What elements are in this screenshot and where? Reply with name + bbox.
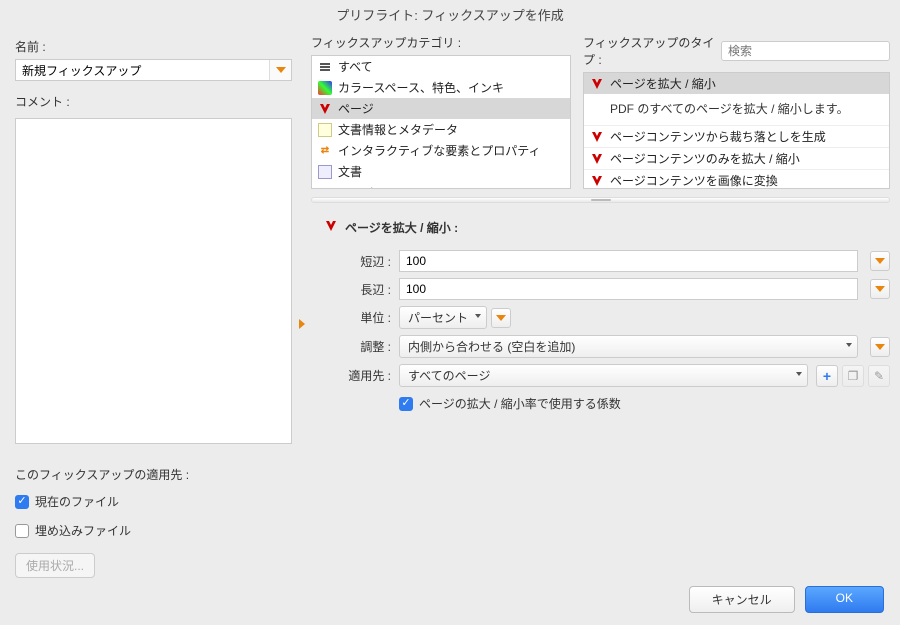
details-header: ページを拡大 / 縮小 : xyxy=(345,219,458,236)
applyto-label: 適用先 : xyxy=(341,367,399,384)
chevron-down-icon xyxy=(496,315,506,321)
category-item[interactable]: カラースペース、特色、インキ xyxy=(312,77,570,98)
dialog-title: プリフライト: フィックスアップを作成 xyxy=(0,0,900,29)
right-panel: フィックスアップカテゴリ : すべてカラースペース、特色、インキページ文書情報と… xyxy=(303,29,890,578)
type-item[interactable]: ページコンテンツを画像に変換 xyxy=(584,170,889,189)
type-item-label: ページを拡大 / 縮小 xyxy=(610,75,716,92)
duplicate-button: ❐ xyxy=(842,365,864,387)
short-edge-input[interactable] xyxy=(399,250,858,272)
long-edge-input[interactable] xyxy=(399,278,858,300)
dialog-footer: キャンセル OK xyxy=(0,578,900,625)
type-listbox[interactable]: ページを拡大 / 縮小 PDF のすべてのページを拡大 / 縮小します。ページコン… xyxy=(583,72,890,189)
category-item-label: すべて xyxy=(338,58,373,75)
plus-icon: + xyxy=(823,368,831,384)
name-dropdown-button[interactable] xyxy=(269,60,291,80)
type-panel: フィックスアップのタイプ : ページを拡大 / 縮小 PDF のすべてのページを拡… xyxy=(583,34,890,189)
comment-textarea[interactable] xyxy=(15,118,292,444)
long-edge-picker[interactable] xyxy=(870,279,890,299)
type-label: フィックスアップのタイプ : xyxy=(583,34,715,68)
category-item-label: インタラクティブな要素とプロパティ xyxy=(338,142,541,159)
short-edge-picker[interactable] xyxy=(870,251,890,271)
type-search-input[interactable] xyxy=(721,41,890,61)
category-item[interactable]: ⇄ インタラクティブな要素とプロパティ xyxy=(312,140,570,161)
category-item[interactable]: 文書情報とメタデータ xyxy=(312,119,570,140)
unit-label: 単位 : xyxy=(341,309,399,326)
pdf-icon xyxy=(590,130,604,144)
pdf-icon xyxy=(318,102,332,116)
pdf-icon xyxy=(590,174,604,188)
current-file-label: 現在のファイル xyxy=(35,493,119,510)
unit-select[interactable]: パーセント xyxy=(399,306,487,329)
category-item[interactable]: ページ xyxy=(312,98,570,119)
factor-label: ページの拡大 / 縮小率で使用する係数 xyxy=(419,395,621,412)
adjust-select[interactable]: 内側から合わせる (空白を追加) xyxy=(399,335,858,358)
name-dropdown[interactable] xyxy=(15,59,292,81)
category-item[interactable]: 文書 xyxy=(312,161,570,182)
interactive-icon: ⇄ xyxy=(318,144,332,158)
adjust-label: 調整 : xyxy=(341,338,399,355)
category-item-label: カラースペース、特色、インキ xyxy=(338,79,504,96)
details-panel: ページを拡大 / 縮小 : 短辺 : 長辺 : 単位 : パーセント xyxy=(311,211,890,578)
category-item[interactable]: ページコンテンツ xyxy=(312,182,570,189)
adjust-picker[interactable] xyxy=(870,337,890,357)
type-item-label: ページコンテンツのみを拡大 / 縮小 xyxy=(610,150,800,167)
type-item-description: PDF のすべてのページを拡大 / 縮小します。 xyxy=(584,94,889,125)
category-item-label: ページコンテンツ xyxy=(338,184,434,189)
type-item-label: ページコンテンツを画像に変換 xyxy=(610,172,778,189)
pdf-icon xyxy=(590,152,604,166)
category-label: フィックスアップカテゴリ : xyxy=(311,34,571,55)
category-item-label: ページ xyxy=(338,100,374,117)
short-edge-label: 短辺 : xyxy=(341,253,399,270)
embedded-file-checkbox[interactable] xyxy=(15,524,29,538)
long-edge-label: 長辺 : xyxy=(341,281,399,298)
type-item-label: ページコンテンツから裁ち落としを生成 xyxy=(610,128,826,145)
category-item-label: 文書 xyxy=(338,163,362,180)
current-file-checkbox[interactable] xyxy=(15,495,29,509)
chevron-down-icon xyxy=(875,344,885,350)
apply-to-label: このフィックスアップの適用先 : xyxy=(15,462,292,487)
ok-button[interactable]: OK xyxy=(805,586,884,613)
document-icon xyxy=(318,123,332,137)
cancel-button[interactable]: キャンセル xyxy=(689,586,795,613)
type-item[interactable]: ページコンテンツから裁ち落としを生成 xyxy=(584,126,889,147)
horizontal-splitter[interactable] xyxy=(311,197,890,203)
color-icon xyxy=(318,81,332,95)
list-icon xyxy=(318,60,332,74)
file-icon xyxy=(318,165,332,179)
pdf-icon xyxy=(318,186,332,190)
comment-label: コメント : xyxy=(15,89,292,114)
chevron-down-icon xyxy=(875,286,885,292)
chevron-down-icon xyxy=(875,258,885,264)
usage-button: 使用状況... xyxy=(15,553,95,578)
type-item[interactable]: ページを拡大 / 縮小 xyxy=(584,73,889,94)
name-input[interactable] xyxy=(16,63,269,77)
pdf-icon xyxy=(590,77,604,91)
category-listbox[interactable]: すべてカラースペース、特色、インキページ文書情報とメタデータ ⇄ インタラクティブな… xyxy=(311,55,571,189)
grip-icon xyxy=(591,199,611,201)
applyto-select[interactable]: すべてのページ xyxy=(399,364,808,387)
left-panel: 名前 : コメント : このフィックスアップの適用先 : 現在のファイル 埋め込… xyxy=(10,29,300,578)
category-item[interactable]: すべて xyxy=(312,56,570,77)
category-item-label: 文書情報とメタデータ xyxy=(338,121,458,138)
pdf-icon xyxy=(325,220,337,235)
name-label: 名前 : xyxy=(15,34,292,59)
category-panel: フィックスアップカテゴリ : すべてカラースペース、特色、インキページ文書情報と… xyxy=(311,34,571,189)
edit-button: ✎ xyxy=(868,365,890,387)
add-button[interactable]: + xyxy=(816,365,838,387)
embedded-file-label: 埋め込みファイル xyxy=(35,522,131,539)
chevron-down-icon xyxy=(276,67,286,73)
unit-picker[interactable] xyxy=(491,308,511,328)
type-item[interactable]: ページコンテンツのみを拡大 / 縮小 xyxy=(584,148,889,169)
factor-checkbox[interactable] xyxy=(399,397,413,411)
